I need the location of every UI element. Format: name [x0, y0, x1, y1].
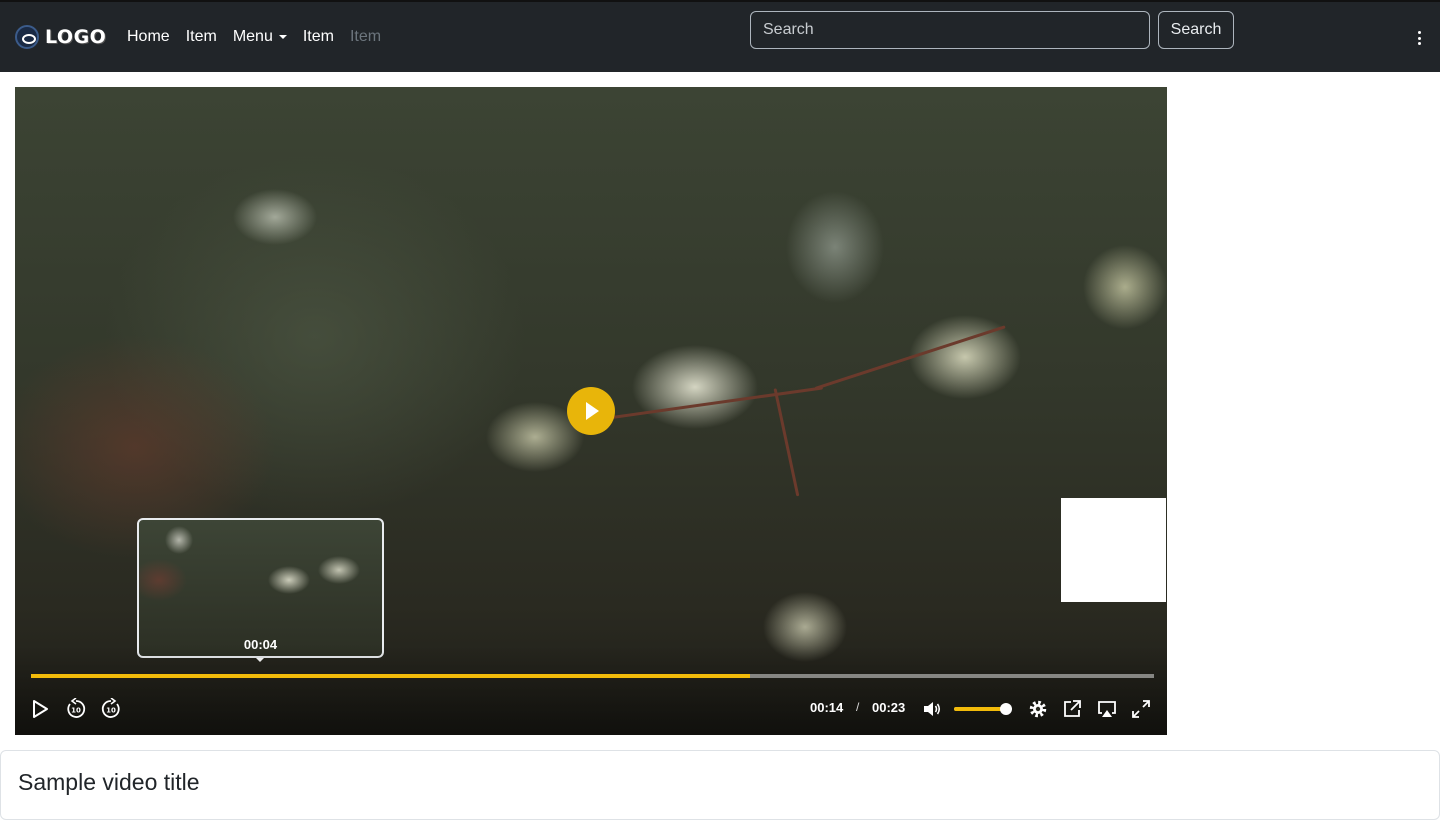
volume-icon: [924, 702, 941, 716]
search-button[interactable]: Search: [1158, 11, 1234, 49]
airplay-icon: [1098, 701, 1116, 717]
branch-decoration: [773, 388, 800, 497]
progress-bar[interactable]: [31, 674, 1154, 678]
caret-down-icon: [278, 34, 287, 39]
rewind-10-button[interactable]: 10: [65, 698, 87, 720]
branch-decoration: [814, 325, 1006, 390]
gear-icon: [1029, 700, 1047, 718]
video-title: Sample video title: [18, 769, 200, 795]
big-play-button[interactable]: [567, 387, 615, 435]
popout-button[interactable]: [1061, 698, 1083, 720]
nav-item-menu-dropdown[interactable]: Menu: [233, 28, 287, 46]
nav-item-disabled: Item: [349, 28, 382, 45]
external-link-icon: [1064, 700, 1081, 717]
nav-item-item[interactable]: Item: [186, 28, 217, 46]
top-navbar: LOGO Home Item Menu Item Item Search: [0, 0, 1440, 72]
nav-item-menu-label: Menu: [232, 28, 273, 45]
svg-text:10: 10: [71, 707, 81, 715]
search-input[interactable]: [750, 11, 1150, 49]
overlay-box: [1061, 498, 1166, 602]
mute-button[interactable]: [921, 698, 943, 720]
duration: 00:23: [872, 700, 906, 715]
logo-icon: [15, 25, 39, 49]
nav-links: Home Item Menu Item Item: [127, 28, 381, 46]
play-icon: [33, 700, 48, 718]
brand-logo[interactable]: LOGO: [15, 25, 106, 49]
progress-fill: [31, 674, 750, 678]
nav-item-home[interactable]: Home: [127, 28, 170, 46]
play-button[interactable]: [29, 698, 51, 720]
volume-slider[interactable]: [954, 703, 1013, 715]
logo-text: LOGO: [45, 26, 107, 48]
video-info-card: Sample video title: [0, 750, 1440, 820]
airplay-button[interactable]: [1096, 698, 1118, 720]
rewind-10-icon: 10: [67, 698, 86, 718]
branch-decoration: [604, 386, 824, 420]
seek-preview-thumbnail: 00:04: [137, 518, 384, 658]
more-options-icon[interactable]: [1412, 28, 1426, 48]
settings-button[interactable]: [1027, 698, 1049, 720]
forward-10-button[interactable]: 10: [100, 698, 122, 720]
video-player[interactable]: 00:04 10 10 00:14 / 00:23: [15, 87, 1167, 735]
volume-fill: [954, 707, 1007, 711]
svg-text:10: 10: [106, 707, 116, 715]
time-separator: /: [856, 700, 860, 714]
controls-bar: [15, 645, 1167, 735]
fullscreen-button[interactable]: [1130, 698, 1152, 720]
forward-10-icon: 10: [101, 698, 120, 718]
nav-item-item-2[interactable]: Item: [303, 28, 334, 46]
fullscreen-icon: [1132, 700, 1150, 718]
current-time: 00:14: [810, 700, 844, 715]
